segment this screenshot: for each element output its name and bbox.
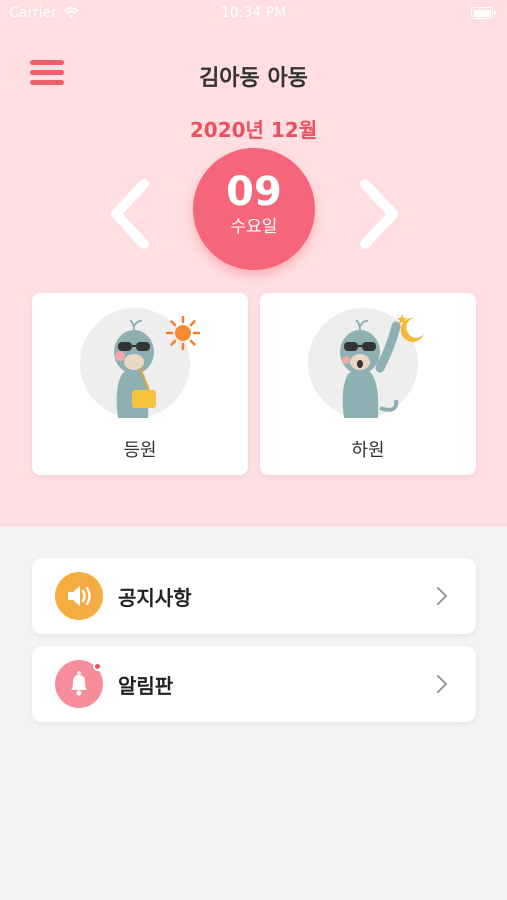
departure-illustration (308, 308, 424, 418)
day-weekday: 수요일 (230, 217, 278, 237)
chevron-right-icon (437, 587, 448, 605)
sun-icon (166, 316, 200, 350)
arrival-label: 등원 (123, 440, 157, 461)
battery-icon (471, 7, 496, 19)
speaker-icon (68, 586, 91, 606)
status-time: 10:34 PM (220, 5, 287, 21)
arrival-card[interactable]: 등원 (32, 293, 248, 475)
page-title: 김아동 아동 (199, 66, 308, 91)
selected-day: 09 수요일 (193, 148, 315, 270)
arrival-illustration (80, 308, 200, 418)
day-number: 09 (226, 169, 282, 215)
next-day-button[interactable] (355, 176, 405, 252)
notification-dot (93, 662, 102, 671)
departure-card[interactable]: 하원 (260, 293, 476, 475)
chevron-left-icon (111, 179, 149, 249)
notice-label: 공지사항 (118, 586, 192, 610)
board-menu-item[interactable]: 알림판 (32, 646, 476, 722)
status-bar: Carrier 10:34 PM (0, 0, 507, 28)
board-label: 알림판 (118, 674, 174, 698)
chevron-right-icon (360, 179, 398, 249)
notice-menu-item[interactable]: 공지사항 (32, 558, 476, 634)
month-label: 2020년 12월 (189, 118, 318, 142)
chevron-right-icon (437, 675, 448, 693)
moon-icon (396, 314, 424, 342)
prev-day-button[interactable] (104, 176, 154, 252)
departure-label: 하원 (351, 440, 385, 461)
